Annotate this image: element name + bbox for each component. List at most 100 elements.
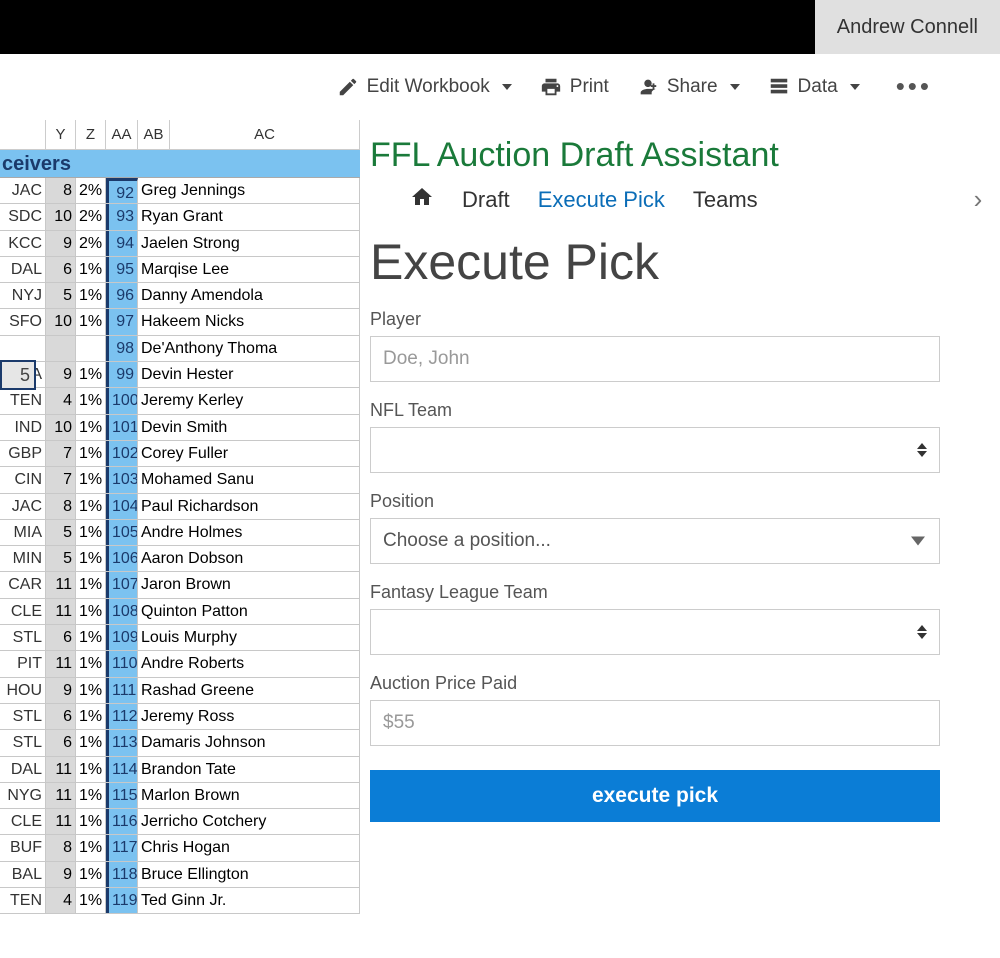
cell-index[interactable]: 97 — [106, 309, 138, 334]
cell-team[interactable]: SDC — [0, 204, 46, 229]
cell-index[interactable]: 104 — [106, 494, 138, 519]
cell-team[interactable]: JAC — [0, 178, 46, 203]
cell-team[interactable]: CAR — [0, 572, 46, 597]
cell-value-a[interactable]: 6 — [46, 625, 76, 650]
cell-player-name[interactable]: Louis Murphy — [138, 625, 360, 650]
cell-value-b[interactable]: 1% — [76, 467, 106, 492]
cell-value-a[interactable] — [46, 336, 76, 361]
cell-player-name[interactable]: Jeremy Kerley — [138, 388, 360, 413]
cell-value-b[interactable]: 1% — [76, 546, 106, 571]
cell-index[interactable]: 102 — [106, 441, 138, 466]
table-row[interactable]: IND101%101Devin Smith — [0, 415, 360, 441]
cell-index[interactable]: 118 — [106, 862, 138, 887]
cell-index[interactable]: 105 — [106, 520, 138, 545]
cell-value-a[interactable]: 7 — [46, 441, 76, 466]
cell-value-b[interactable]: 1% — [76, 572, 106, 597]
cell-value-a[interactable]: 8 — [46, 178, 76, 203]
cell-player-name[interactable]: Ryan Grant — [138, 204, 360, 229]
table-row[interactable]: NYJ51%96Danny Amendola — [0, 283, 360, 309]
table-row[interactable]: DAL61%95Marqise Lee — [0, 257, 360, 283]
cell-player-name[interactable]: Chris Hogan — [138, 835, 360, 860]
home-icon[interactable] — [410, 185, 434, 215]
cell-team[interactable]: KCC — [0, 231, 46, 256]
cell-value-b[interactable]: 1% — [76, 809, 106, 834]
cell-value-a[interactable]: 8 — [46, 835, 76, 860]
table-row[interactable]: SFO101%97Hakeem Nicks — [0, 309, 360, 335]
table-row[interactable]: STL61%109Louis Murphy — [0, 625, 360, 651]
cell-index[interactable]: 99 — [106, 362, 138, 387]
table-row[interactable]: HOU91%111Rashad Greene — [0, 678, 360, 704]
cell-value-a[interactable]: 10 — [46, 204, 76, 229]
cell-index[interactable]: 92 — [106, 178, 138, 203]
cell-value-a[interactable]: 8 — [46, 494, 76, 519]
cell-value-b[interactable]: 1% — [76, 757, 106, 782]
cell-value-b[interactable]: 1% — [76, 862, 106, 887]
cell-index[interactable]: 116 — [106, 809, 138, 834]
cell-value-a[interactable]: 9 — [46, 362, 76, 387]
cell-player-name[interactable]: Danny Amendola — [138, 283, 360, 308]
cell-player-name[interactable]: Mohamed Sanu — [138, 467, 360, 492]
cell-player-name[interactable]: Devin Hester — [138, 362, 360, 387]
cell-value-b[interactable]: 1% — [76, 783, 106, 808]
cell-value-a[interactable]: 6 — [46, 257, 76, 282]
table-row[interactable]: 98De'Anthony Thoma — [0, 336, 360, 362]
table-row[interactable]: GBP71%102Corey Fuller — [0, 441, 360, 467]
cell-player-name[interactable]: Andre Holmes — [138, 520, 360, 545]
cell-team[interactable]: STL — [0, 625, 46, 650]
table-row[interactable]: TEN41%100Jeremy Kerley — [0, 388, 360, 414]
cell-team[interactable]: CIN — [0, 467, 46, 492]
table-row[interactable]: MIN51%106Aaron Dobson — [0, 546, 360, 572]
table-row[interactable]: CLE111%116Jerricho Cotchery — [0, 809, 360, 835]
cell-team[interactable]: TEN — [0, 888, 46, 913]
table-row[interactable]: JAC82%92Greg Jennings — [0, 178, 360, 204]
row-selector[interactable]: 5 — [0, 360, 36, 390]
cell-index[interactable]: 112 — [106, 704, 138, 729]
cell-value-b[interactable]: 1% — [76, 309, 106, 334]
cell-value-b[interactable]: 2% — [76, 231, 106, 256]
cell-index[interactable]: 109 — [106, 625, 138, 650]
cell-value-a[interactable]: 10 — [46, 309, 76, 334]
table-row[interactable]: NYG111%115Marlon Brown — [0, 783, 360, 809]
cell-team[interactable]: DAL — [0, 257, 46, 282]
execute-pick-button[interactable]: execute pick — [370, 770, 940, 822]
cell-value-a[interactable]: 9 — [46, 678, 76, 703]
cell-index[interactable]: 117 — [106, 835, 138, 860]
cell-index[interactable]: 93 — [106, 204, 138, 229]
cell-team[interactable]: STL — [0, 704, 46, 729]
table-row[interactable]: BAL91%118Bruce Ellington — [0, 862, 360, 888]
table-row[interactable]: SEA91%99Devin Hester — [0, 362, 360, 388]
cell-value-a[interactable]: 5 — [46, 283, 76, 308]
cell-value-b[interactable]: 1% — [76, 835, 106, 860]
table-row[interactable]: PIT111%110Andre Roberts — [0, 651, 360, 677]
cell-player-name[interactable]: Jaelen Strong — [138, 231, 360, 256]
cell-value-b[interactable]: 1% — [76, 520, 106, 545]
table-row[interactable]: TEN41%119Ted Ginn Jr. — [0, 888, 360, 914]
cell-index[interactable]: 98 — [106, 336, 138, 361]
cell-value-a[interactable]: 6 — [46, 730, 76, 755]
cell-value-a[interactable]: 5 — [46, 520, 76, 545]
cell-value-a[interactable]: 11 — [46, 757, 76, 782]
cell-value-a[interactable]: 4 — [46, 888, 76, 913]
cell-index[interactable]: 111 — [106, 678, 138, 703]
edit-workbook-button[interactable]: Edit Workbook — [337, 76, 512, 98]
cell-value-b[interactable]: 1% — [76, 730, 106, 755]
cell-value-a[interactable]: 9 — [46, 862, 76, 887]
price-input[interactable] — [370, 700, 940, 746]
cell-value-a[interactable]: 6 — [46, 704, 76, 729]
cell-team[interactable]: NYG — [0, 783, 46, 808]
nfl-team-select[interactable] — [370, 427, 940, 473]
cell-value-b[interactable] — [76, 336, 106, 361]
cell-value-a[interactable]: 9 — [46, 231, 76, 256]
col-header-ab[interactable]: AB — [138, 120, 170, 150]
cell-value-a[interactable]: 5 — [46, 546, 76, 571]
cell-value-b[interactable]: 2% — [76, 204, 106, 229]
cell-value-b[interactable]: 1% — [76, 704, 106, 729]
position-select[interactable]: Choose a position... — [370, 518, 940, 564]
cell-value-b[interactable]: 1% — [76, 888, 106, 913]
share-button[interactable]: Share — [637, 76, 740, 98]
cell-player-name[interactable]: Jerricho Cotchery — [138, 809, 360, 834]
cell-team[interactable]: HOU — [0, 678, 46, 703]
cell-value-b[interactable]: 1% — [76, 362, 106, 387]
cell-index[interactable]: 100 — [106, 388, 138, 413]
table-row[interactable]: KCC92%94Jaelen Strong — [0, 231, 360, 257]
